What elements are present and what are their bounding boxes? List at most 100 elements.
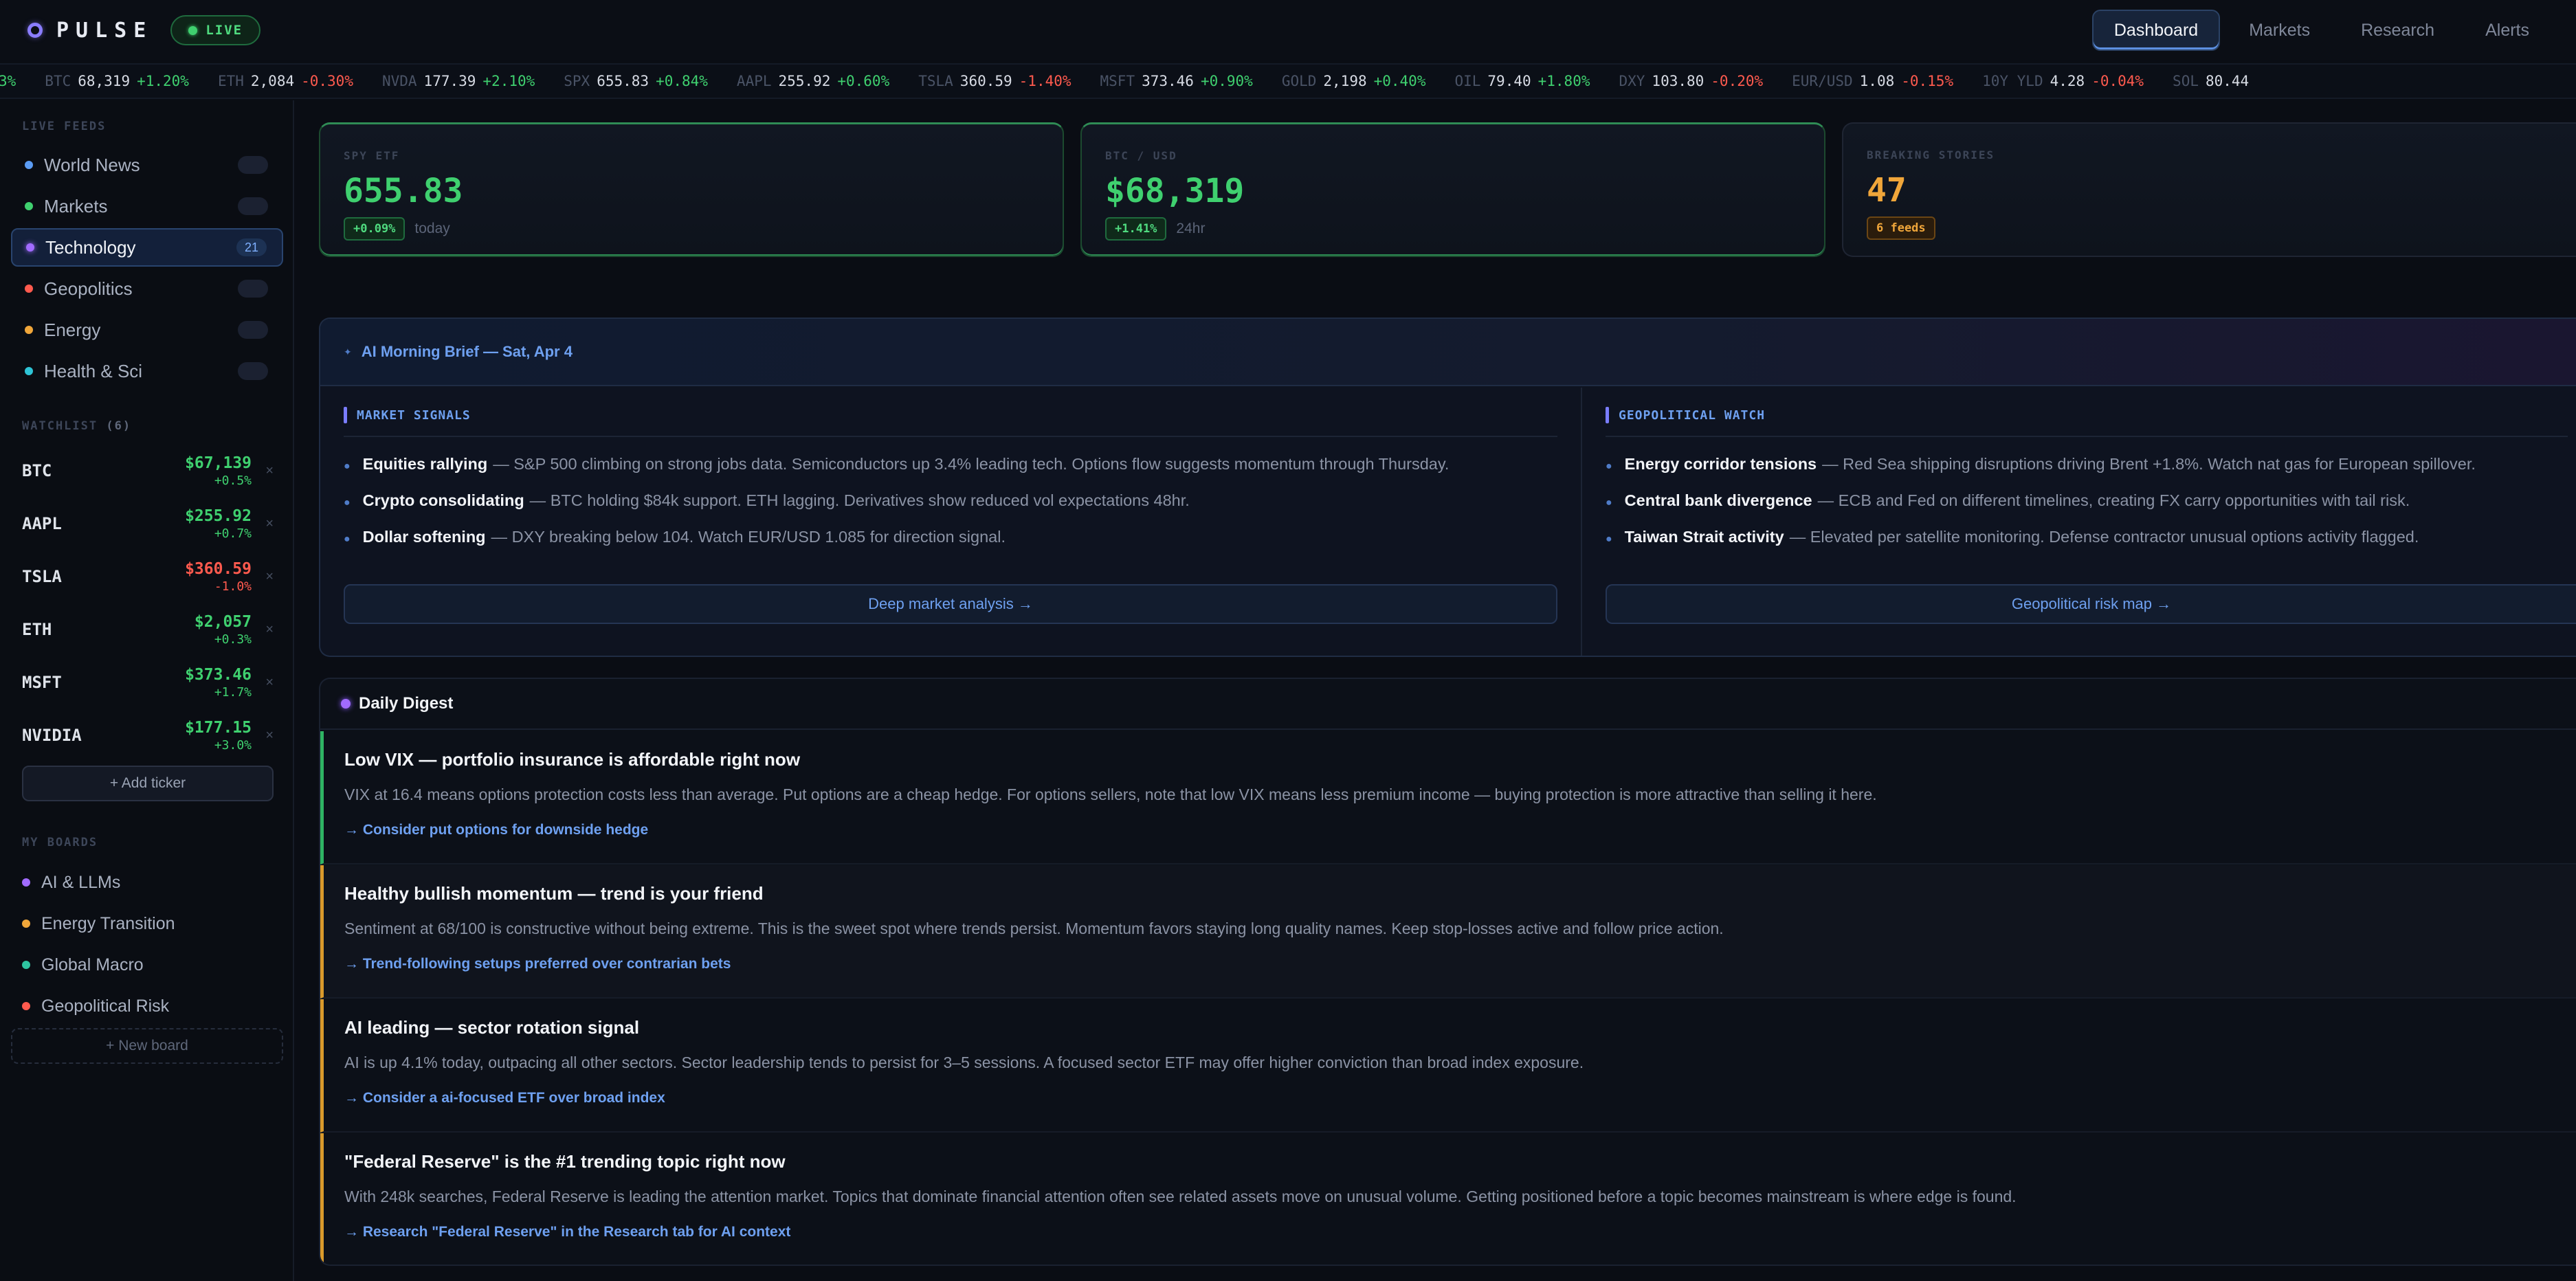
digest-item-momentum: Healthy bullish momentum — trend is your…	[320, 865, 2576, 999]
ticker-item[interactable]: 10Y YLD 4.28 -0.04%	[1982, 73, 2144, 89]
ticker-item[interactable]: SOL 80.44	[2173, 73, 2249, 89]
ticker-item[interactable]: AAPL 255.92 +0.60%	[737, 73, 889, 89]
feed-geopolitics[interactable]: Geopolitics	[11, 269, 283, 308]
board-global-macro[interactable]: Global Macro	[22, 951, 144, 979]
stat-label: BTC / USD	[1105, 149, 1177, 162]
remove-ticker-icon[interactable]: ×	[258, 675, 274, 691]
digest-item-low-vix: Low VIX — portfolio insurance is afforda…	[320, 731, 2576, 865]
pulse-ring-icon	[27, 23, 43, 38]
feed-count	[238, 321, 268, 339]
watchlist-row-eth[interactable]: ETH $2,057 +0.3% ×	[22, 608, 274, 651]
board-energy-transition[interactable]: Energy Transition	[22, 910, 175, 937]
feed-count	[238, 197, 268, 215]
board-ai-llms[interactable]: AI & LLMs	[22, 869, 120, 896]
remove-ticker-icon[interactable]: ×	[258, 728, 274, 744]
ticker-item[interactable]: EUR/USD 1.08 -0.15%	[1792, 73, 1953, 89]
ticker-item[interactable]: DXY 103.80 -0.20%	[1619, 73, 1763, 89]
tab-dashboard[interactable]: Dashboard	[2091, 10, 2221, 51]
ticker-symbol: NVDA	[381, 73, 417, 89]
ticker-item[interactable]: MSFT 373.46 +0.90%	[1100, 73, 1253, 89]
watchlist-row-nvidia[interactable]: NVIDIA $177.15 +3.0% ×	[22, 714, 274, 757]
market-signals-panel: MARKET SIGNALS ● Equities rallying — S&P…	[320, 388, 1582, 656]
deep-market-analysis-button[interactable]: Deep market analysis →	[344, 584, 1557, 624]
sidebar: LIVE FEEDS World News Markets Technology…	[0, 100, 294, 1281]
live-feeds-label: LIVE FEEDS	[22, 120, 107, 133]
watch-values: $177.15 +3.0%	[185, 719, 252, 753]
board-label: AI & LLMs	[41, 872, 121, 892]
board-geopolitical-risk[interactable]: Geopolitical Risk	[22, 992, 169, 1020]
watch-symbol: MSFT	[22, 673, 62, 692]
stat-change-badge: +0.09%	[344, 217, 406, 241]
ticker-item[interactable]: BTC 68,319 +1.20%	[45, 73, 189, 89]
ticker-change: +0.90%	[1200, 73, 1253, 89]
feed-dot-icon	[25, 326, 33, 334]
watch-change: +1.7%	[214, 684, 252, 700]
stat-value: $68,319	[1105, 172, 1245, 210]
digest-item-title: Healthy bullish momentum — trend is your…	[344, 883, 764, 904]
market-signals-title: MARKET SIGNALS	[344, 407, 1557, 437]
signal-text: — ECB and Fed on different timelines, cr…	[1817, 491, 2410, 509]
feed-world-news[interactable]: World News	[11, 146, 283, 184]
remove-ticker-icon[interactable]: ×	[258, 463, 274, 479]
stat-sub: +0.09% today	[344, 217, 1039, 241]
signal-text: — Red Sea shipping disruptions driving B…	[1822, 455, 2476, 473]
digest-item-link[interactable]: → Consider put options for downside hedg…	[344, 822, 2557, 838]
feed-label: Energy	[44, 319, 101, 340]
remove-ticker-icon[interactable]: ×	[258, 569, 274, 585]
watch-symbol: BTC	[22, 461, 52, 480]
signal-text: — BTC holding $84k support. ETH lagging.…	[529, 491, 1190, 509]
stat-change-badge: +1.41%	[1105, 217, 1167, 241]
remove-ticker-icon[interactable]: ×	[258, 622, 274, 638]
ticker-symbol: GOLD	[1281, 73, 1317, 89]
ticker-change: -0.30%	[301, 73, 353, 89]
remove-ticker-icon[interactable]: ×	[258, 516, 274, 532]
feed-dot-icon	[25, 202, 33, 210]
ticker-item[interactable]: TSLA 360.59 -1.40%	[918, 73, 1071, 89]
ticker-item[interactable]: SPX 655.83 +0.84%	[564, 73, 708, 89]
watchlist-row-msft[interactable]: MSFT $373.46 +1.7% ×	[22, 661, 274, 704]
ticker-item[interactable]: NVDA 177.39 +2.10%	[382, 73, 535, 89]
ticker-price: 2,084	[250, 73, 295, 89]
price-ticker: 3% BTC 68,319 +1.20% ETH 2,084 -0.30% NVDA 17…	[0, 63, 2576, 99]
section-title: MARKET SIGNALS	[357, 408, 471, 423]
signal-item: ● Dollar softening — DXY breaking below …	[344, 528, 1557, 546]
feed-health-sci[interactable]: Health & Sci	[11, 352, 283, 390]
section-title: GEOPOLITICAL WATCH	[1619, 408, 1766, 423]
feed-count	[238, 280, 268, 298]
stat-card-spy[interactable]: SPY ETF 655.83 +0.09% today	[319, 122, 1064, 257]
brand-logo[interactable]: PULSE	[27, 19, 153, 43]
feed-technology[interactable]: Technology 21	[11, 228, 283, 267]
digest-item-body: Sentiment at 68/100 is constructive with…	[344, 920, 1724, 937]
ticker-item[interactable]: GOLD 2,198 +0.40%	[1282, 73, 1426, 89]
stat-card-breaking[interactable]: BREAKING STORIES 47 6 feeds	[1842, 122, 2576, 257]
watchlist-row-tsla[interactable]: TSLA $360.59 -1.0% ×	[22, 555, 274, 598]
tab-research[interactable]: Research	[2339, 10, 2456, 51]
signal-text: — DXY breaking below 104. Watch EUR/USD …	[491, 528, 1006, 546]
geopolitical-risk-map-button[interactable]: Geopolitical risk map →	[1606, 584, 2576, 624]
new-board-button[interactable]: + New board	[11, 1028, 283, 1064]
feeds-badge: 6 feeds	[1867, 216, 1935, 240]
digest-item-link[interactable]: → Trend-following setups preferred over …	[344, 956, 2557, 972]
stat-card-btc[interactable]: BTC / USD $68,319 +1.41% 24hr	[1080, 122, 1825, 257]
brand: PULSE LIVE	[27, 15, 261, 45]
digest-item-link[interactable]: → Research "Federal Reserve" in the Rese…	[344, 1224, 2557, 1240]
ticker-item[interactable]: OIL 79.40 +1.80%	[1454, 73, 1590, 89]
signal-lead: Taiwan Strait activity	[1624, 528, 1784, 546]
watch-change: +0.5%	[214, 473, 252, 488]
tab-alerts[interactable]: Alerts	[2463, 10, 2551, 51]
feed-markets[interactable]: Markets	[11, 187, 283, 225]
feed-energy[interactable]: Energy	[11, 311, 283, 349]
add-ticker-button[interactable]: + Add ticker	[22, 766, 274, 801]
watch-values: $360.59 -1.0%	[185, 560, 252, 594]
watchlist-row-aapl[interactable]: AAPL $255.92 +0.7% ×	[22, 502, 274, 545]
digest-item-title: Low VIX — portfolio insurance is afforda…	[344, 749, 801, 770]
watchlist-row-btc[interactable]: BTC $67,139 +0.5% ×	[22, 449, 274, 492]
tab-markets[interactable]: Markets	[2227, 10, 2332, 51]
watch-price: $2,057	[194, 612, 252, 631]
bullet-icon: ●	[1606, 497, 1612, 509]
ticker-item[interactable]: ETH 2,084 -0.30%	[218, 73, 353, 89]
digest-item-link[interactable]: → Consider a ai-focused ETF over broad i…	[344, 1090, 2557, 1106]
signal-item: ● Crypto consolidating — BTC holding $84…	[344, 491, 1557, 510]
signal-item: ● Equities rallying — S&P 500 climbing o…	[344, 455, 1557, 474]
stat-label: SPY ETF	[344, 149, 400, 162]
